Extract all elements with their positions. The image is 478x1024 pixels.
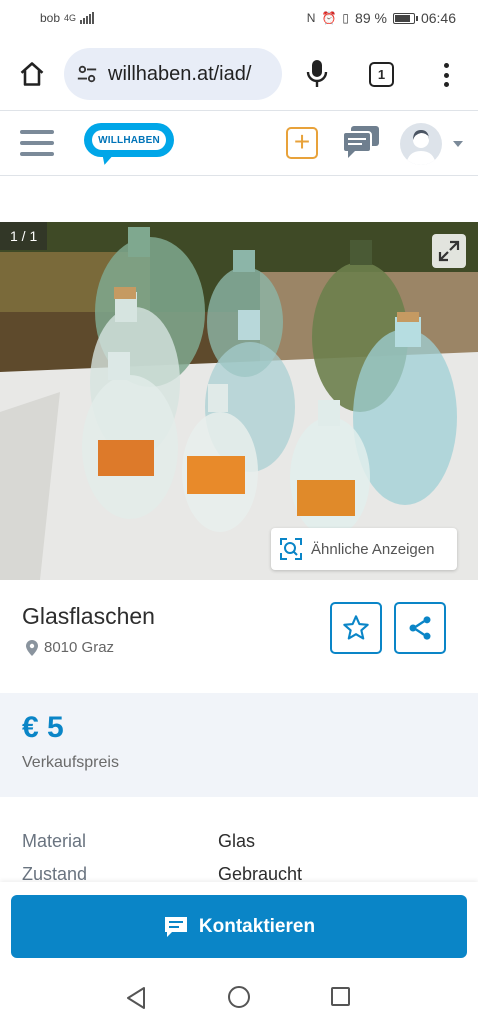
- home-button[interactable]: [16, 58, 48, 90]
- contact-label: Kontaktieren: [198, 915, 316, 937]
- share-button[interactable]: [394, 602, 446, 654]
- status-right: N ⏰ ▯ 89 % 06:46: [307, 10, 456, 26]
- browser-menu-button[interactable]: [436, 60, 456, 90]
- voice-search-button[interactable]: [302, 58, 332, 90]
- plus-icon[interactable]: +: [286, 127, 318, 159]
- attribute-row: Material Glas: [22, 831, 452, 852]
- attribute-key: Material: [22, 831, 87, 851]
- location-text: 8010 Graz: [44, 639, 115, 656]
- menu-icon[interactable]: [20, 130, 54, 156]
- system-nav-bar: [0, 972, 478, 1024]
- recents-icon[interactable]: [331, 987, 350, 1006]
- url-text[interactable]: willhaben.at/iad/: [108, 63, 251, 86]
- similar-ads-button[interactable]: Ähnliche Anzeigen: [271, 528, 457, 570]
- signal-icon: [80, 12, 95, 24]
- browser-toolbar: willhaben.at/iad/ 1: [0, 44, 478, 104]
- willhaben-logo[interactable]: WILLHABEN: [84, 123, 176, 169]
- battery-percent: 89 %: [355, 10, 387, 26]
- contact-bar: Kontaktieren: [0, 882, 478, 972]
- logo-text: WILLHABEN: [98, 134, 160, 146]
- price-value: € 5: [22, 711, 64, 744]
- nfc-icon: N: [306, 11, 316, 25]
- back-icon[interactable]: [125, 986, 147, 1010]
- listing-title: Glasflaschen: [22, 603, 155, 629]
- mic-icon: [306, 60, 328, 87]
- message-icon: [164, 916, 187, 937]
- logo-pill: WILLHABEN: [84, 123, 174, 157]
- share-icon: [409, 616, 431, 640]
- tune-icon[interactable]: [74, 61, 100, 87]
- price-box: € 5 Verkaufspreis: [0, 693, 478, 797]
- expand-button[interactable]: [432, 234, 466, 268]
- chat-icon[interactable]: [342, 125, 380, 159]
- attribute-value: Glas: [218, 831, 256, 851]
- star-icon: [343, 615, 369, 640]
- favorite-button[interactable]: [330, 602, 382, 654]
- tab-switcher-button[interactable]: 1: [369, 62, 394, 87]
- similar-ads-label: Ähnliche Anzeigen: [311, 540, 435, 558]
- vibrate-icon: ▯: [342, 11, 350, 25]
- tab-count: 1: [377, 67, 386, 82]
- status-left: bob 4G: [40, 11, 95, 25]
- carrier-label: bob: [40, 11, 61, 25]
- location-pin-icon: [26, 639, 38, 656]
- photo-counter: 1 / 1: [0, 222, 48, 250]
- fullscreen-icon: [438, 240, 460, 262]
- alarm-icon: ⏰: [321, 11, 337, 25]
- price-label: Verkaufspreis: [22, 754, 119, 771]
- contact-button[interactable]: Kontaktieren: [11, 895, 467, 958]
- clock: 06:46: [420, 10, 456, 26]
- location: 8010 Graz: [26, 639, 114, 656]
- bottles-photo: [0, 222, 478, 580]
- status-bar: bob 4G N ⏰ ▯ 89 % 06:46: [0, 0, 478, 36]
- address-bar[interactable]: willhaben.at/iad/: [64, 48, 282, 100]
- more-vert-icon: [443, 63, 449, 68]
- network-type: 4G: [64, 13, 77, 23]
- chevron-down-icon[interactable]: [453, 141, 463, 147]
- image-search-icon: [280, 538, 302, 560]
- avatar-icon[interactable]: [400, 123, 442, 165]
- logo-inner: WILLHABEN: [92, 130, 166, 150]
- listing-photo[interactable]: 1 / 1 Ähnliche Anzeigen: [0, 222, 478, 580]
- battery-icon: [392, 12, 418, 24]
- home-nav-icon[interactable]: [228, 986, 250, 1008]
- home-icon: [20, 62, 44, 86]
- site-header: WILLHABEN +: [0, 110, 478, 176]
